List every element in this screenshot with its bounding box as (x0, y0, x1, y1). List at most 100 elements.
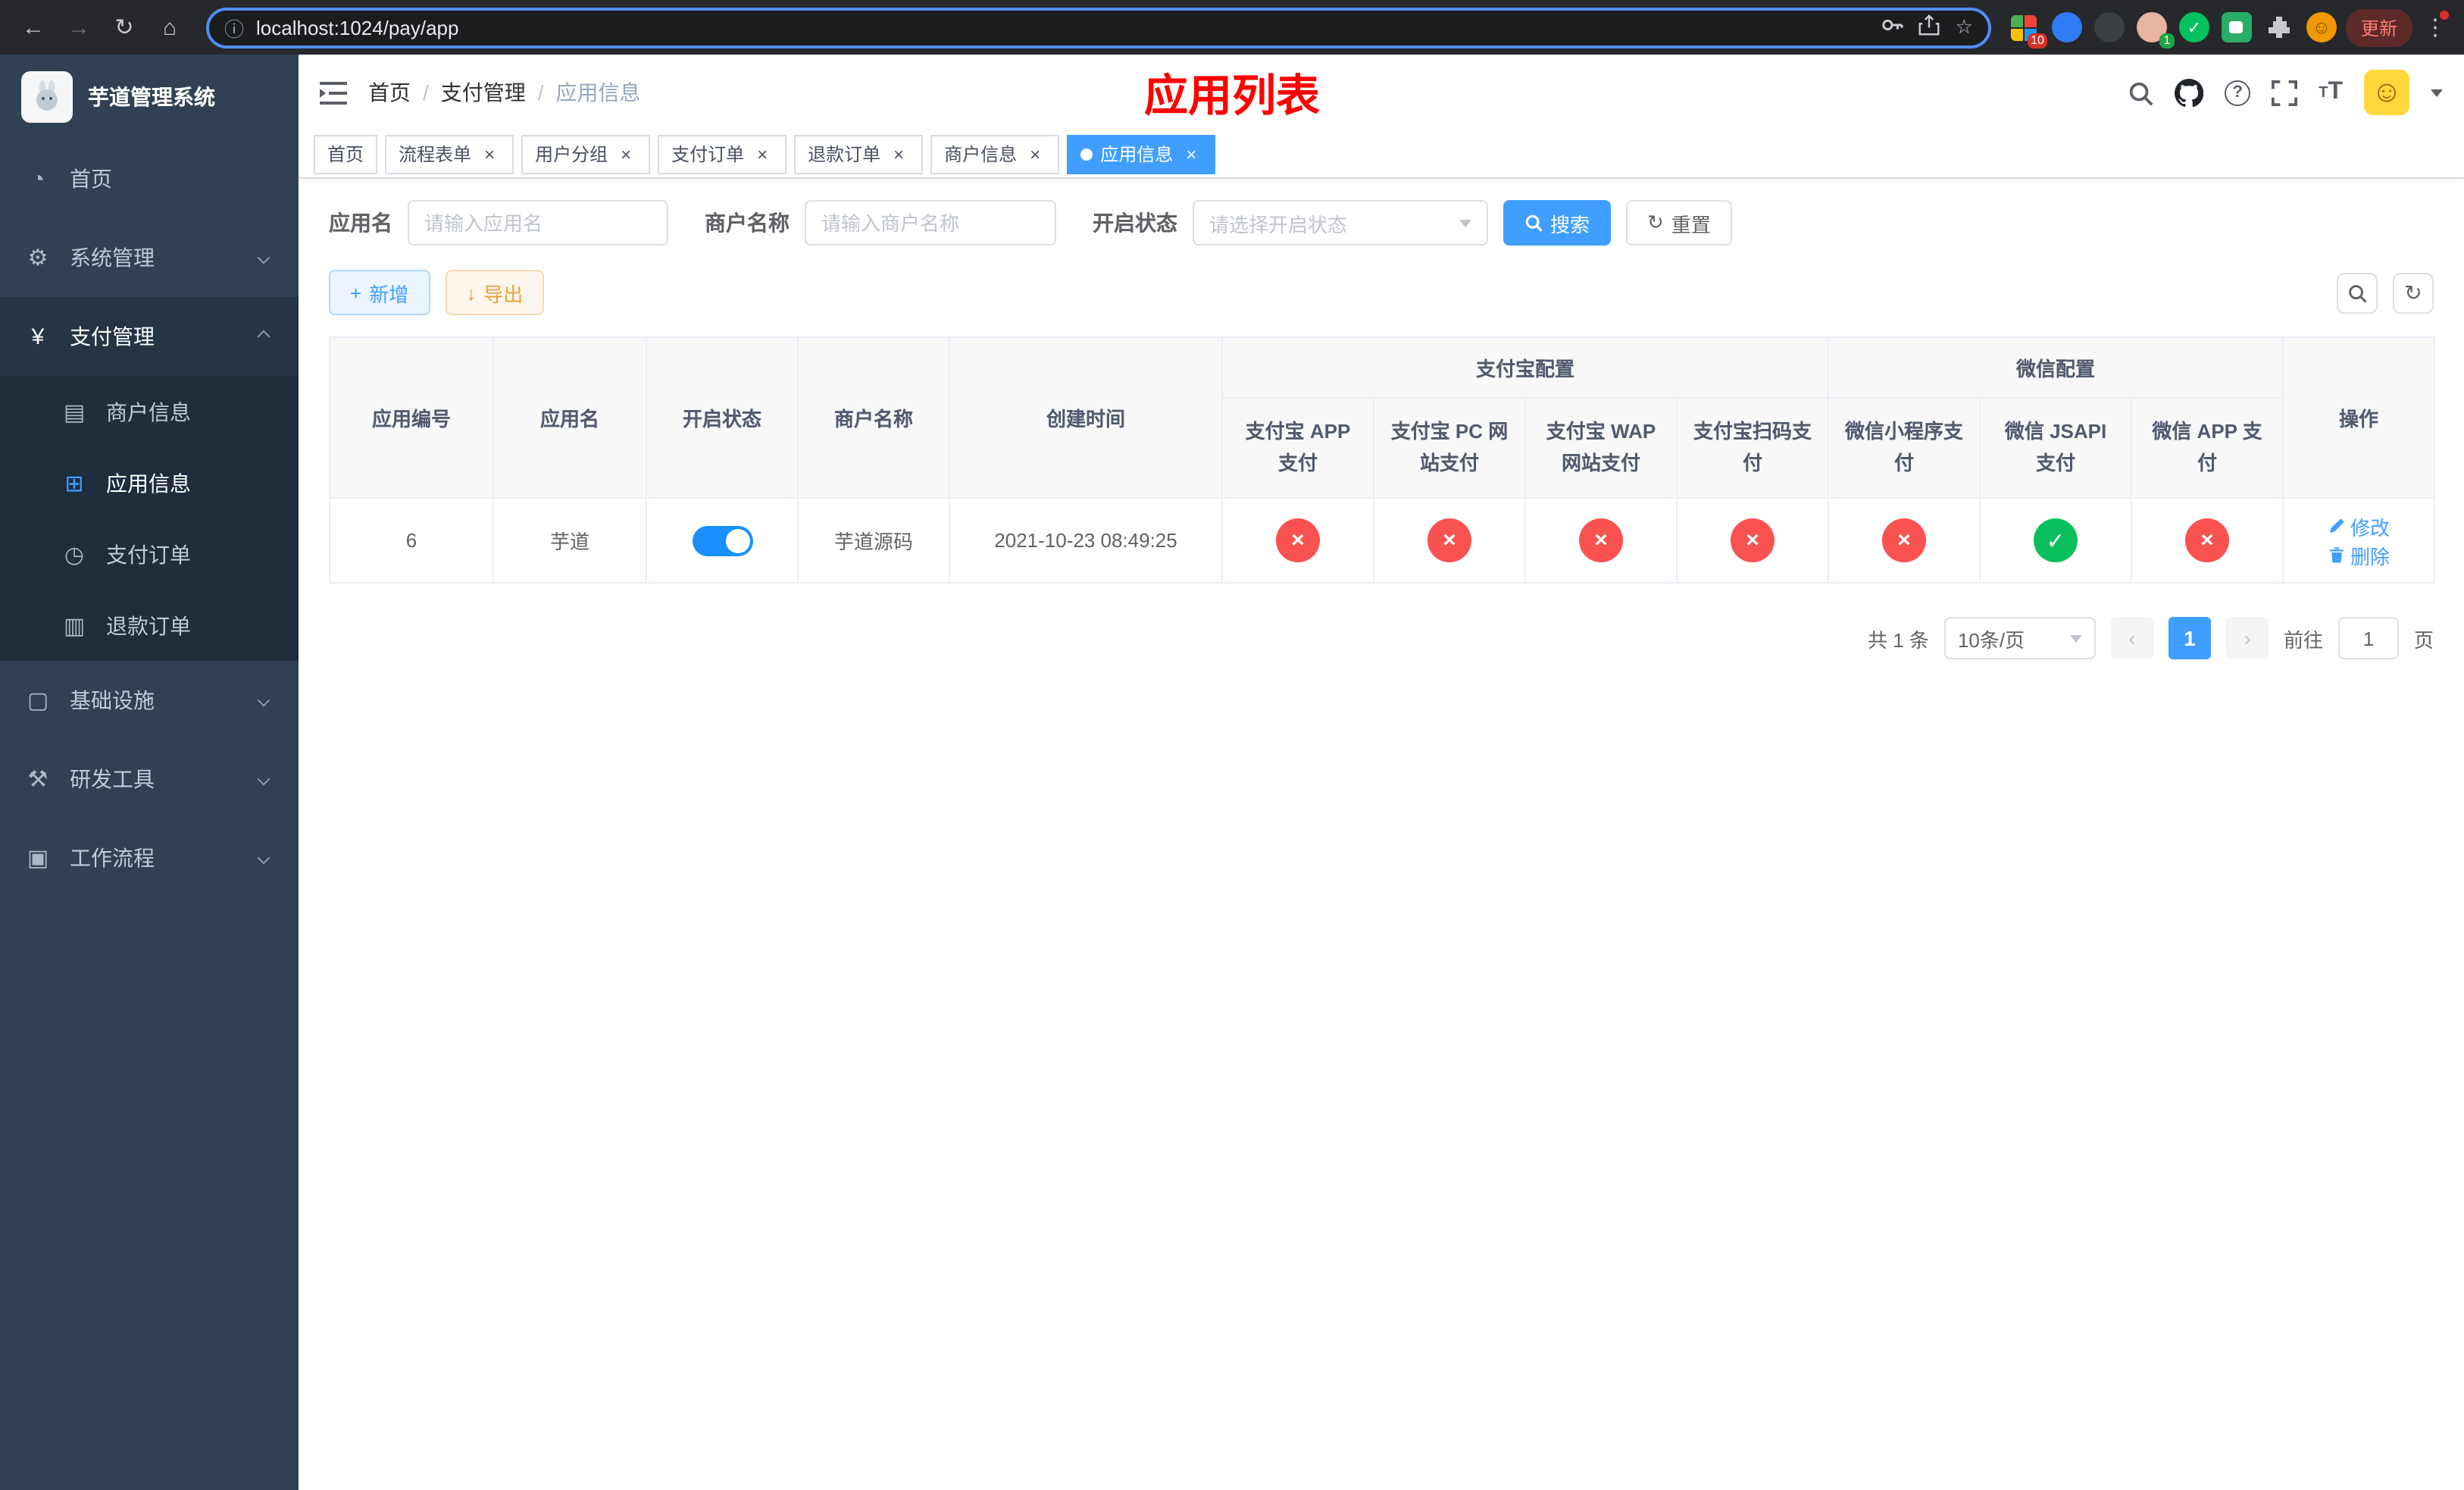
browser-toolbar: ← → ↻ ⌂ ⓘ localhost:1024/pay/app ☆ 10 1 … (0, 0, 2464, 55)
status-select[interactable]: 请选择开启状态 (1193, 200, 1488, 246)
browser-update-button[interactable]: 更新 (2345, 8, 2412, 46)
extension-devtool-icon[interactable] (2221, 12, 2252, 42)
password-key-icon[interactable] (1881, 14, 1904, 41)
tab-refund-orders[interactable]: 退款订单 × (794, 134, 924, 174)
status-toggle[interactable] (692, 525, 752, 556)
table-toolbar: + 新增 ↓ 导出 ↻ (329, 270, 2434, 315)
alipay-pc-status-icon (1427, 518, 1471, 562)
tab-close-icon[interactable]: × (752, 143, 773, 164)
extension-avatar-icon[interactable]: 1 (2136, 12, 2175, 49)
tab-close-icon[interactable]: × (615, 143, 636, 164)
sidebar-item-infrastructure[interactable]: ▢ 基础设施 (0, 661, 299, 740)
page-title: 应用列表 (1143, 73, 1321, 121)
col-actions: 操作 (2282, 337, 2436, 499)
payment-submenu: ▤ 商户信息 ⊞ 应用信息 ◷ 支付订单 ▥ 退款订单 (0, 376, 299, 661)
browser-forward-icon[interactable]: → (61, 9, 97, 45)
breadcrumb-home[interactable]: 首页 (368, 77, 411, 108)
sidebar-item-home[interactable]: ◔ 首页 (0, 139, 299, 218)
avatar-caret-down-icon[interactable] (2431, 89, 2443, 96)
col-status: 开启状态 (646, 337, 799, 499)
cell-merchant: 芋道源码 (797, 497, 950, 584)
page-number-button[interactable]: 1 (2168, 617, 2211, 659)
page-size-select[interactable]: 10条/页 (1943, 617, 2096, 659)
monitor-icon: ▢ (27, 688, 49, 714)
site-info-icon[interactable]: ⓘ (224, 13, 244, 42)
toggle-search-icon[interactable] (2337, 272, 2378, 313)
dashboard-icon: ◔ (30, 166, 45, 192)
prev-page-icon[interactable]: ‹ (2110, 617, 2153, 659)
sidebar-item-merchant-info[interactable]: ▤ 商户信息 (0, 376, 299, 447)
share-icon[interactable] (1919, 14, 1940, 41)
alipay-app-status-icon (1276, 518, 1320, 562)
sidebar-item-app-info[interactable]: ⊞ 应用信息 (0, 447, 299, 518)
tab-app-info[interactable]: 应用信息 × (1067, 134, 1216, 174)
help-icon[interactable]: ? (2225, 80, 2251, 105)
cell-app-id: 6 (329, 497, 494, 584)
profile-avatar-icon[interactable]: ☺ (2306, 12, 2337, 42)
refresh-table-icon[interactable]: ↻ (2393, 272, 2434, 313)
plus-icon: + (350, 281, 362, 304)
merchant-name-input[interactable] (821, 211, 1040, 234)
reset-button[interactable]: ↻ 重置 (1626, 200, 1732, 246)
fullscreen-icon[interactable] (2272, 80, 2298, 105)
delete-button[interactable]: 删除 (2328, 540, 2390, 569)
col-alipay-wap: 支付宝 WAP 网站支付 (1524, 397, 1678, 499)
url-text: localhost:1024/pay/app (256, 16, 459, 39)
tab-process-form[interactable]: 流程表单 × (385, 134, 514, 174)
sidebar-item-system[interactable]: ⚙ 系统管理 (0, 218, 299, 297)
sidebar-item-payment[interactable]: ¥ 支付管理 (0, 297, 299, 376)
hamburger-icon[interactable] (320, 81, 347, 104)
goto-page-input[interactable] (2337, 617, 2399, 659)
user-avatar[interactable]: ☺ (2364, 70, 2409, 115)
col-merchant: 商户名称 (797, 337, 950, 499)
browser-menu-icon[interactable]: ⋮ (2422, 11, 2449, 41)
extension-badge: 10 (2028, 33, 2047, 49)
tab-home[interactable]: 首页 (314, 134, 378, 174)
browser-back-icon[interactable]: ← (15, 9, 52, 45)
app-title: 芋道管理系统 (88, 85, 215, 109)
breadcrumb-payment[interactable]: 支付管理 (441, 77, 526, 108)
browser-reload-icon[interactable]: ↻ (106, 9, 142, 45)
extension-dark-icon[interactable] (2093, 12, 2125, 42)
search-button[interactable]: 搜索 (1503, 200, 1612, 246)
header-search-icon[interactable] (2128, 80, 2153, 105)
extension-drop-icon[interactable] (2051, 12, 2082, 42)
github-icon[interactable] (2175, 78, 2204, 107)
sidebar-item-pay-orders[interactable]: ◷ 支付订单 (0, 518, 299, 590)
col-app-name: 应用名 (492, 337, 647, 499)
sidebar-item-refund-orders[interactable]: ▥ 退款订单 (0, 590, 299, 661)
tab-close-icon[interactable]: × (1024, 143, 1046, 164)
yen-icon: ¥ (31, 324, 45, 349)
tool-icon: ⚒ (27, 767, 48, 793)
chevron-down-icon (257, 772, 270, 786)
sidebar-item-dev-tools[interactable]: ⚒ 研发工具 (0, 740, 299, 819)
next-page-icon[interactable]: › (2225, 617, 2269, 659)
sidebar-logo[interactable]: 芋道管理系统 (0, 55, 299, 139)
edit-button[interactable]: 修改 (2328, 512, 2390, 540)
app-name-input[interactable] (424, 211, 652, 234)
tab-user-group[interactable]: 用户分组 × (521, 134, 651, 174)
breadcrumb: 首页 / 支付管理 / 应用信息 (368, 77, 641, 108)
tab-close-icon[interactable]: × (479, 143, 500, 164)
browser-home-icon[interactable]: ⌂ (152, 9, 188, 45)
wechat-mini-status-icon (1882, 518, 1927, 562)
tab-merchant-info[interactable]: 商户信息 × (930, 134, 1060, 174)
add-button[interactable]: + 新增 (329, 270, 430, 315)
cell-app-name: 芋道 (492, 497, 647, 584)
extension-green-circle-icon[interactable]: ✓ (2178, 12, 2209, 42)
wechat-app-status-icon (2185, 518, 2230, 562)
select-caret-icon (1459, 219, 1471, 227)
address-bar[interactable]: ⓘ localhost:1024/pay/app ☆ (206, 7, 1991, 48)
tab-close-icon[interactable]: × (888, 143, 909, 164)
download-icon: ↓ (466, 281, 477, 304)
sidebar-item-workflow[interactable]: ▣ 工作流程 (0, 819, 299, 897)
tab-close-icon[interactable]: × (1180, 143, 1202, 164)
export-button[interactable]: ↓ 导出 (445, 270, 545, 315)
bookmark-star-icon[interactable]: ☆ (1956, 15, 1973, 39)
extensions-puzzle-icon[interactable] (2264, 12, 2294, 42)
extension-grid-icon[interactable]: 10 (2009, 12, 2047, 49)
font-size-icon[interactable]: TT (2319, 79, 2343, 106)
tab-pay-orders[interactable]: 支付订单 × (658, 134, 787, 174)
col-wechat-jsapi: 微信 JSAPI 支付 (1979, 397, 2133, 499)
breadcrumb-current: 应用信息 (555, 80, 641, 105)
